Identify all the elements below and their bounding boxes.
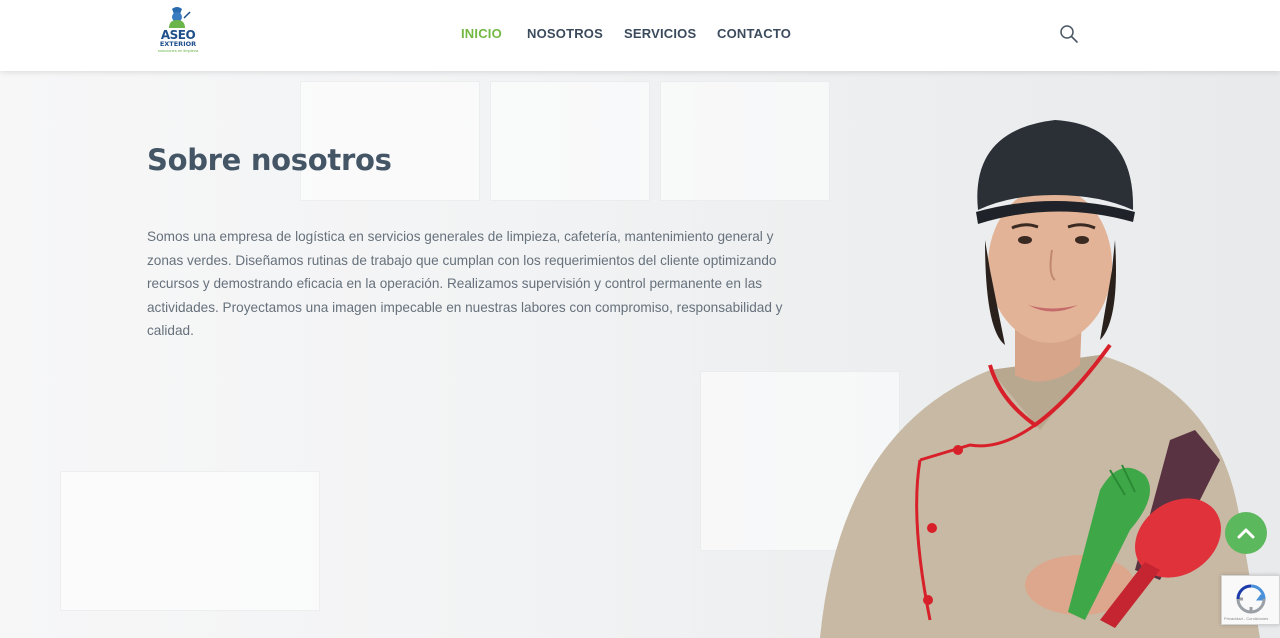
recaptcha-links[interactable]: Privacidad - Condiciones	[1224, 616, 1268, 621]
chevron-up-icon	[1237, 528, 1255, 539]
search-icon[interactable]	[1059, 24, 1079, 44]
nav-nosotros[interactable]: NOSOTROS	[527, 26, 603, 41]
chef-photo	[800, 100, 1270, 638]
nav-inicio[interactable]: INICIO	[461, 26, 502, 41]
nav-servicios[interactable]: SERVICIOS	[624, 26, 696, 41]
bg-cabinet	[490, 81, 650, 201]
nav-contacto[interactable]: CONTACTO	[717, 26, 791, 41]
page-title: Sobre nosotros	[147, 143, 392, 177]
about-description: Somos una empresa de logística en servic…	[147, 229, 783, 339]
recaptcha-icon	[1236, 584, 1266, 614]
main-nav: INICIO NOSOTROS SERVICIOS CONTACTO	[0, 26, 1280, 44]
scroll-to-top-button[interactable]	[1225, 512, 1267, 554]
site-header: ASEO EXTERIOR soluciones en limpieza INI…	[0, 0, 1280, 71]
recaptcha-badge[interactable]: Privacidad - Condiciones	[1221, 575, 1280, 625]
bg-counter	[60, 471, 320, 611]
logo-tagline: soluciones en limpieza	[157, 48, 199, 53]
bg-cabinet	[300, 81, 480, 201]
